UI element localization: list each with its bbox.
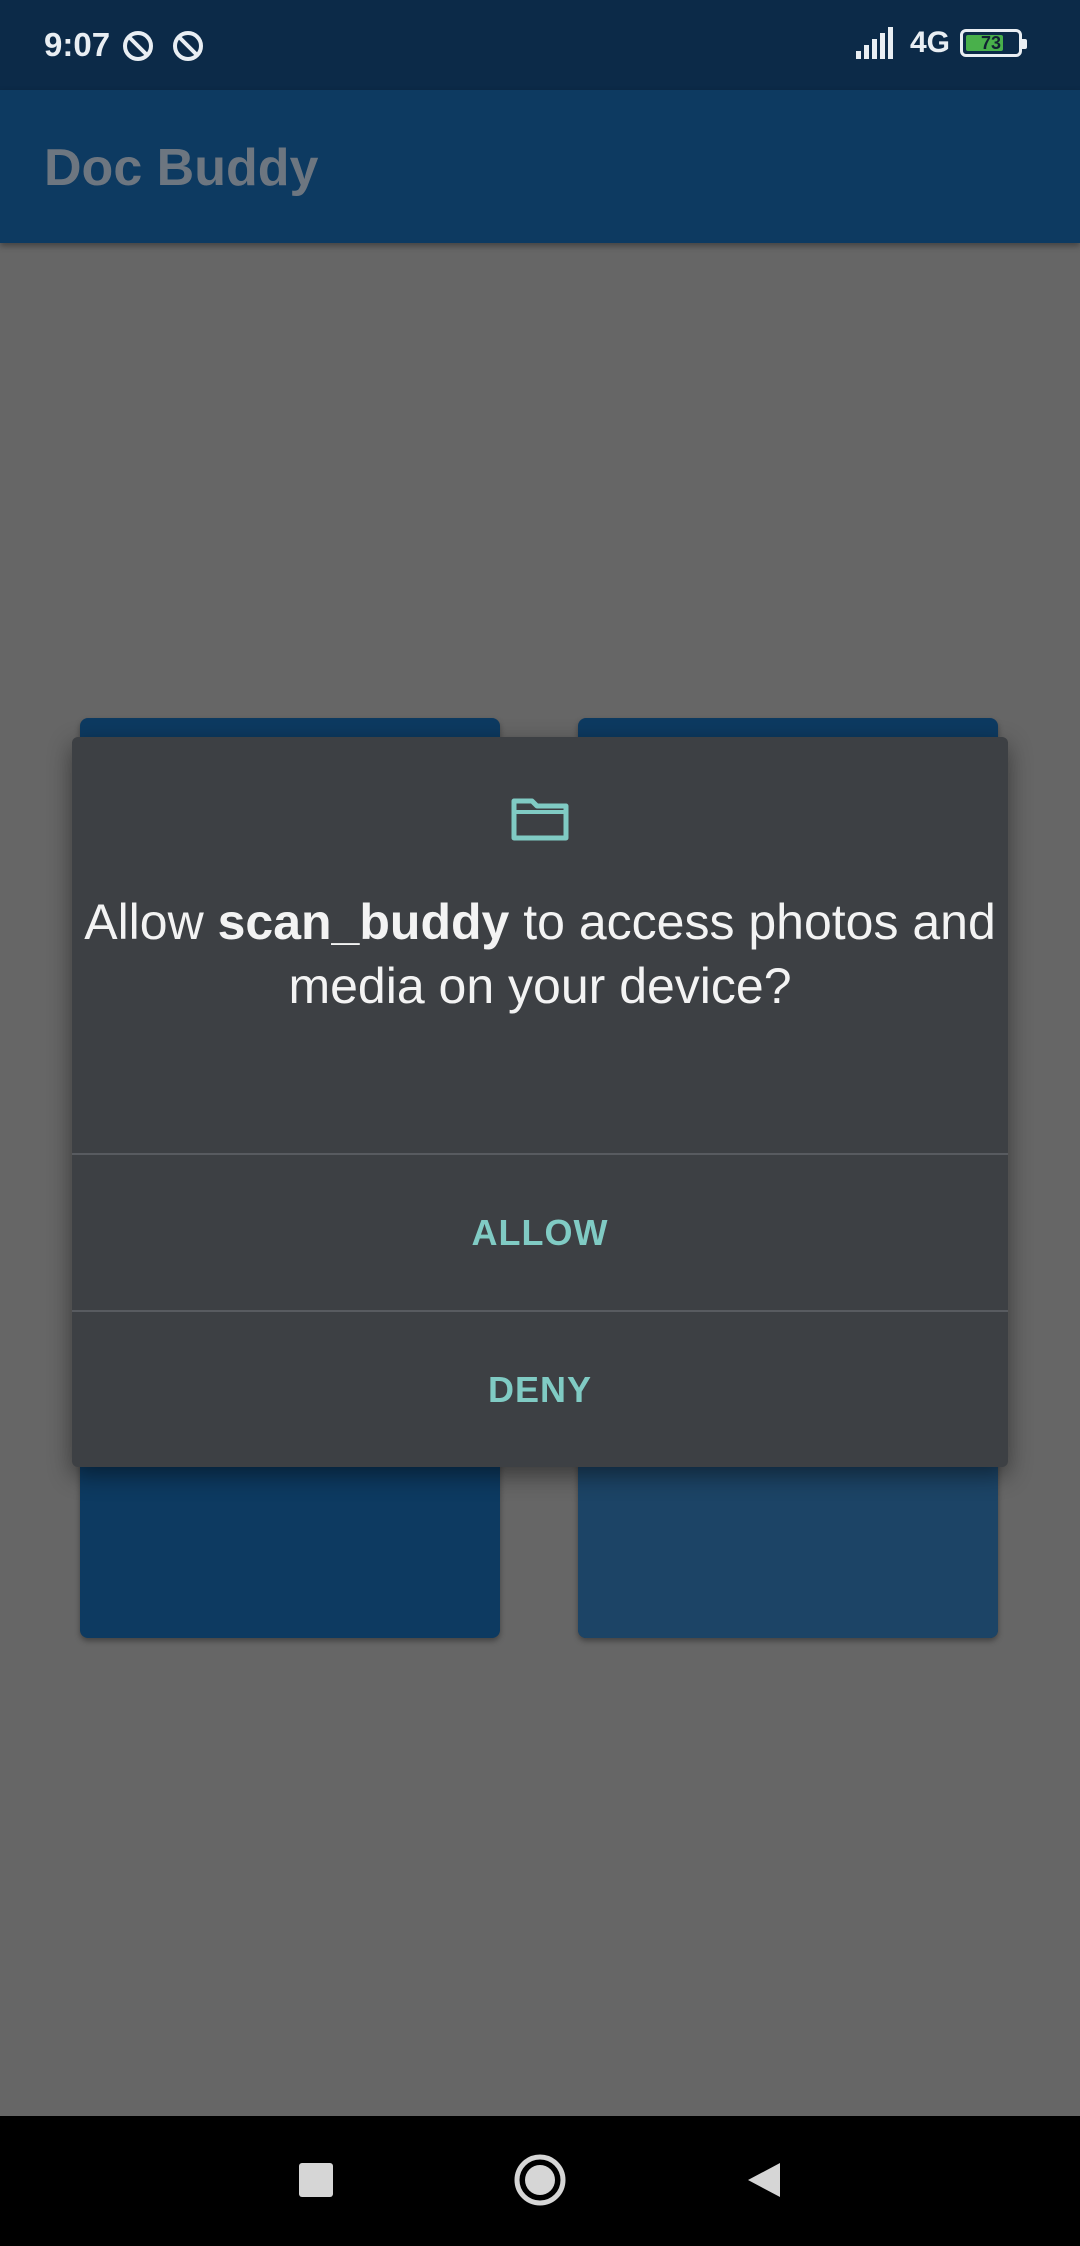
deny-button[interactable]: DENY <box>72 1312 1008 1468</box>
app-title: Doc Buddy <box>44 139 319 197</box>
recents-square-icon <box>299 2163 333 2197</box>
status-indicators: 4G 73 <box>855 26 1027 60</box>
network-type: 4G <box>909 26 950 59</box>
battery-level: 73 <box>980 32 1002 53</box>
home-button[interactable] <box>508 2148 572 2212</box>
back-button[interactable] <box>732 2148 796 2212</box>
folder-icon <box>511 798 569 841</box>
status-bar: 9:07 4G 73 <box>0 0 1080 90</box>
signal-icon <box>855 27 893 59</box>
message-prefix: Allow <box>84 894 218 950</box>
battery-icon: 73 <box>960 29 1027 57</box>
allow-button[interactable]: ALLOW <box>72 1155 1008 1311</box>
app-name: scan_buddy <box>217 894 510 950</box>
dnd-icon <box>173 31 203 61</box>
recents-button[interactable] <box>284 2148 348 2212</box>
navigation-bar <box>0 2116 1080 2246</box>
dnd-icon <box>123 31 153 61</box>
dialog-message: Allow scan_buddy to access photos and me… <box>72 890 1008 1018</box>
back-triangle-icon <box>748 2163 780 2197</box>
app-bar: Doc Buddy <box>0 90 1080 243</box>
card-lower-section <box>578 1458 998 1638</box>
battery-tip <box>1022 39 1027 49</box>
status-time: 9:07 <box>44 26 111 63</box>
home-circle-icon <box>514 2154 566 2206</box>
